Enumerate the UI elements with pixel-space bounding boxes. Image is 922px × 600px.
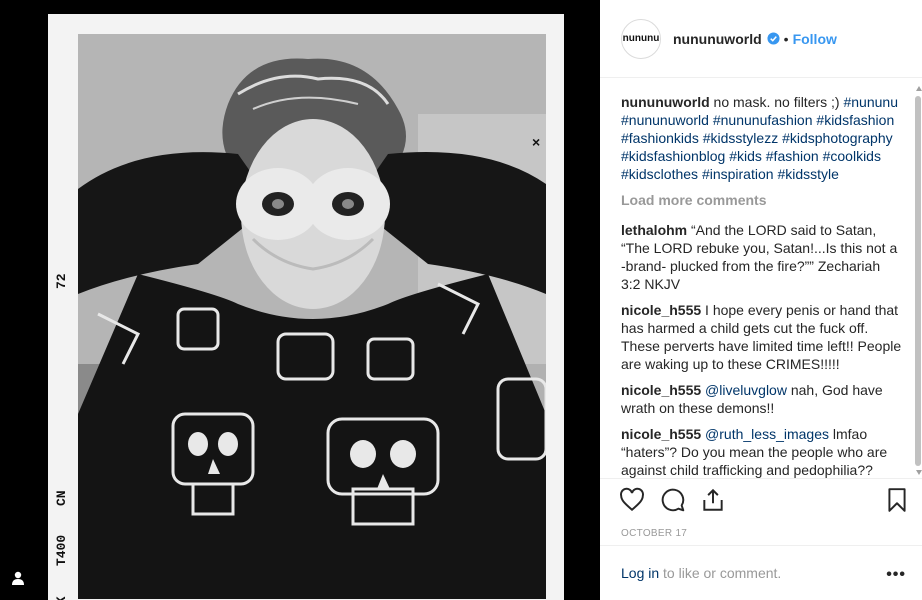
- comment-username[interactable]: lethalohm: [621, 222, 687, 238]
- header-separator: •: [783, 30, 789, 47]
- heart-icon[interactable]: [619, 487, 645, 513]
- caption: nununuworld no mask. no filters ;) #nunu…: [621, 93, 903, 183]
- comment-item: lethalohm “And the LORD said to Satan, “…: [621, 221, 903, 293]
- comment-username[interactable]: nicole_h555: [621, 426, 701, 442]
- hashtag[interactable]: #kidsfashion: [816, 112, 894, 128]
- verified-badge-icon: [767, 32, 780, 45]
- hashtag[interactable]: #kidsstyle: [777, 166, 838, 182]
- hashtag[interactable]: #coolkids: [823, 148, 881, 164]
- hashtag[interactable]: #nununu: [843, 94, 898, 110]
- hashtag[interactable]: #kidsclothes: [621, 166, 698, 182]
- comment-username[interactable]: nicole_h555: [621, 382, 701, 398]
- post-date[interactable]: OCTOBER 17: [621, 528, 687, 539]
- film-code-cn: CN: [54, 490, 69, 506]
- photo-illustration: [78, 34, 546, 599]
- login-link[interactable]: Log in: [621, 565, 659, 581]
- film-code-72: 72: [54, 273, 69, 289]
- scroll-down-arrow[interactable]: [916, 470, 922, 475]
- more-options-button[interactable]: •••: [886, 566, 906, 584]
- post-header: nununu nununuworld • Follow: [600, 0, 922, 78]
- post-panel: nununu nununuworld • Follow nununuworld …: [600, 0, 922, 600]
- load-more-comments-button[interactable]: Load more comments: [621, 191, 903, 209]
- hashtag[interactable]: #fashion: [766, 148, 819, 164]
- comment-mention[interactable]: @liveluvglow: [705, 382, 787, 398]
- post-photo: [78, 34, 546, 599]
- comment-item: nicole_h555 I hope every penis or hand t…: [621, 301, 903, 373]
- follow-button[interactable]: Follow: [793, 31, 837, 47]
- caption-text: no mask. no filters ;): [709, 94, 840, 110]
- hashtag[interactable]: #kidsfashionblog: [621, 148, 725, 164]
- hashtag[interactable]: #nununufashion: [713, 112, 813, 128]
- scroll-thumb[interactable]: [915, 96, 921, 466]
- login-prompt: Log in to like or comment. •••: [600, 545, 922, 600]
- film-code-ak: AK: [54, 596, 69, 600]
- post-media[interactable]: 72 CN T400 AK ×: [0, 0, 600, 600]
- comment-mention[interactable]: @ruth_less_images: [705, 426, 829, 442]
- hashtag[interactable]: #kids: [729, 148, 762, 164]
- header-username[interactable]: nununuworld: [673, 31, 762, 47]
- user-tag-icon[interactable]: [10, 570, 26, 586]
- comment-item: nicole_h555 @liveluvglow nah, God have w…: [621, 381, 903, 417]
- action-bar: [600, 478, 922, 520]
- bookmark-icon[interactable]: [884, 487, 910, 513]
- comment-username[interactable]: nicole_h555: [621, 302, 701, 318]
- caption-username[interactable]: nununuworld: [621, 94, 710, 110]
- scroll-up-arrow[interactable]: [916, 86, 922, 91]
- hashtag[interactable]: #fashionkids: [621, 130, 699, 146]
- share-icon[interactable]: [700, 487, 726, 513]
- comment-item: nicole_h555 @ruth_less_images lmfao “hat…: [621, 425, 903, 478]
- avatar-logo-text: nununu: [622, 33, 660, 44]
- film-code-t400: T400: [54, 534, 69, 566]
- avatar[interactable]: nununu: [621, 18, 661, 59]
- hashtag[interactable]: #inspiration: [702, 166, 774, 182]
- hashtag[interactable]: #kidsstylezz: [703, 130, 778, 146]
- comments-list[interactable]: nununuworld no mask. no filters ;) #nunu…: [621, 93, 903, 478]
- film-mark-x: ×: [532, 134, 541, 150]
- hashtag[interactable]: #kidsphotography: [782, 130, 893, 146]
- hashtag[interactable]: #nununuworld: [621, 112, 709, 128]
- login-prompt-text: to like or comment.: [659, 565, 782, 581]
- comment-bubble-icon[interactable]: [660, 487, 686, 513]
- film-frame: 72 CN T400 AK ×: [48, 14, 564, 600]
